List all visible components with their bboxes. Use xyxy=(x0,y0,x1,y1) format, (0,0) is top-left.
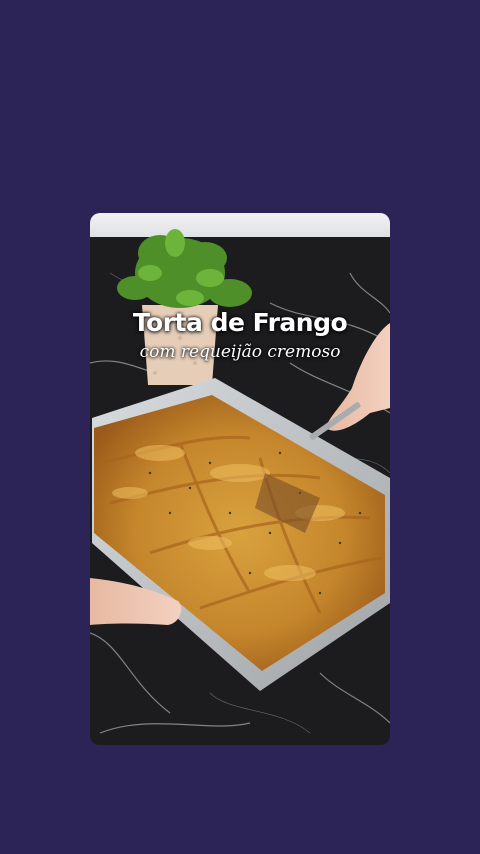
video-title: Torta de Frango xyxy=(132,308,348,337)
video-frame[interactable]: Torta de Frango com requeijão cremoso xyxy=(90,213,390,745)
video-subtitle: com requeijão cremoso xyxy=(139,342,341,362)
video-thumbnail-image xyxy=(90,213,390,745)
